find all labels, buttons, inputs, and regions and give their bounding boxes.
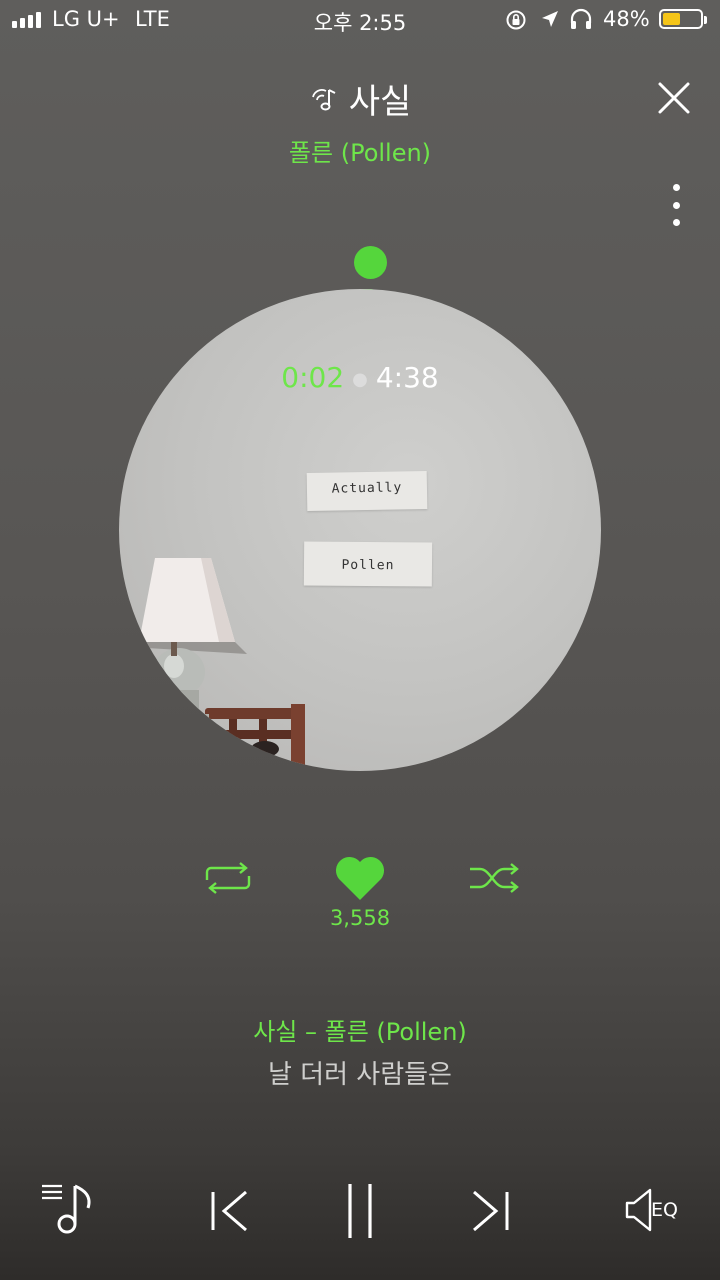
equalizer-button[interactable]: EQ <box>624 1186 688 1234</box>
battery-fill <box>663 13 680 25</box>
battery-icon <box>659 9 707 29</box>
lyrics-current-line[interactable]: 날 더러 사람들은 <box>0 1054 720 1091</box>
previous-button[interactable] <box>208 1190 250 1232</box>
shuffle-button[interactable] <box>468 862 520 894</box>
current-time: 0:02 <box>281 361 345 394</box>
album-art[interactable]: 0:02 ● 4:38 Actually Pollen <box>119 289 601 771</box>
lyrics-title[interactable]: 사실 – 폴른 (Pollen) <box>0 1012 720 1047</box>
close-button[interactable] <box>654 78 694 118</box>
artist-name[interactable]: 폴른 (Pollen) <box>0 133 720 168</box>
repeat-button[interactable] <box>203 862 253 894</box>
like-button[interactable] <box>333 856 387 902</box>
rotation-lock-icon <box>506 10 526 30</box>
song-title: 사실 <box>348 82 412 122</box>
next-button[interactable] <box>470 1190 512 1232</box>
album-paper-note-1: Actually <box>306 470 428 512</box>
battery-percentage: 48% <box>603 7 650 31</box>
total-time: 4:38 <box>375 361 439 394</box>
album-lamp-chair-illustration <box>119 558 305 771</box>
eq-label: EQ <box>651 1199 678 1221</box>
more-options-button[interactable] <box>664 184 688 226</box>
progress-knob[interactable] <box>354 246 387 279</box>
like-count: 3,558 <box>329 906 391 930</box>
headphones-icon <box>570 8 592 29</box>
music-note-signal-icon <box>311 88 336 110</box>
pause-button[interactable] <box>344 1182 376 1240</box>
time-display: 0:02 ● 4:38 <box>281 361 439 394</box>
playlist-button[interactable] <box>40 1182 98 1234</box>
song-header: 사실 <box>0 74 720 123</box>
location-arrow-icon <box>542 11 558 27</box>
status-bar: LG U+ LTE 오후 2:55 48% <box>0 0 720 40</box>
